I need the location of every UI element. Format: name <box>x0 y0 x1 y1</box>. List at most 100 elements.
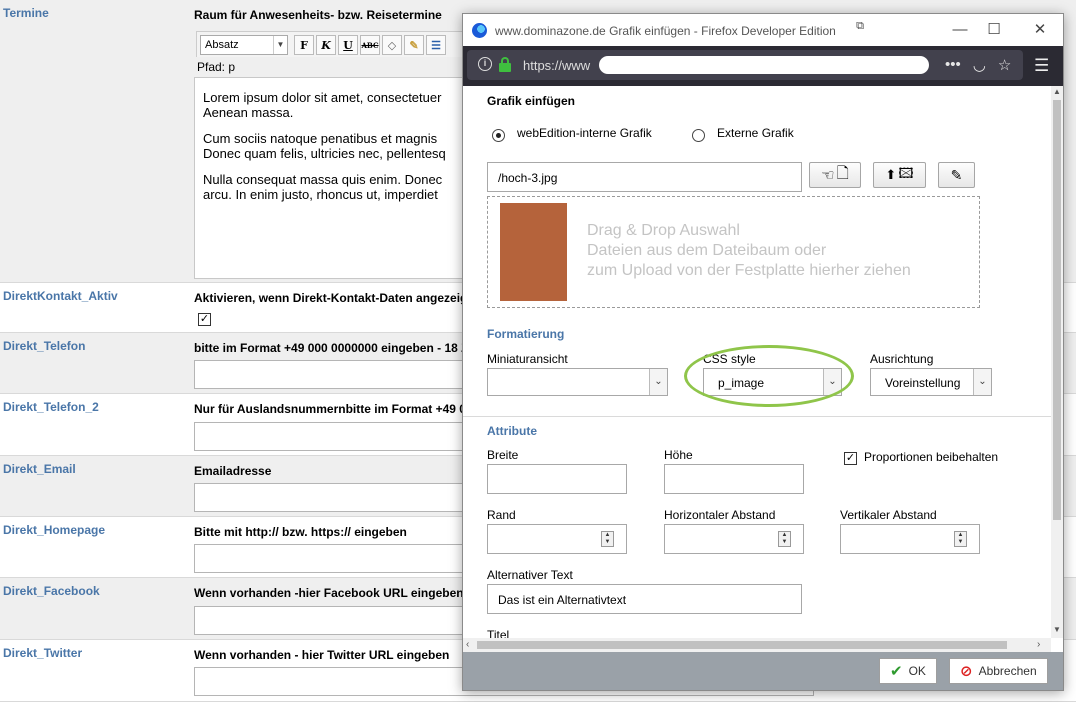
checkmark-icon: ✔ <box>890 663 903 680</box>
edit-image-button[interactable]: ✎ <box>938 162 975 188</box>
width-input[interactable] <box>487 464 627 494</box>
alt-text-input[interactable]: Das ist ein Alternativtext <box>487 584 802 614</box>
vspace-label: Vertikaler Abstand <box>840 508 937 522</box>
select-from-tree-button[interactable]: ☜ 🗋 <box>809 162 861 188</box>
editor-text-line: Aenean massa. <box>203 105 294 120</box>
row-description: Emailadresse <box>194 464 272 478</box>
row-description: Bitte mit http:// bzw. https:// eingeben <box>194 525 407 539</box>
highlight-ellipse <box>684 345 854 407</box>
row-label: Termine <box>3 6 49 20</box>
drop-zone-text: Drag & Drop Auswahl Dateien aus dem Date… <box>587 221 911 281</box>
hspace-input[interactable]: ▲ ▼ <box>664 524 804 554</box>
brush-icon[interactable]: ✎ <box>404 35 424 55</box>
radio-internal-label: webEdition-interne Grafik <box>517 126 652 140</box>
info-icon[interactable]: i <box>478 57 492 71</box>
image-thumbnail <box>500 203 567 301</box>
border-input[interactable]: ▲ ▼ <box>487 524 627 554</box>
spinner-arrows-icon[interactable]: ▲ ▼ <box>954 531 967 547</box>
format-select[interactable]: Absatz ▼ <box>200 35 288 55</box>
lock-icon[interactable] <box>499 57 511 72</box>
scroll-up-icon[interactable]: ▲ <box>1051 87 1063 99</box>
ok-button[interactable]: ✔ OK <box>879 658 937 684</box>
editor-path: Pfad: p <box>197 60 236 74</box>
dialog-heading: Grafik einfügen <box>487 94 576 108</box>
scroll-left-icon[interactable]: ‹ <box>466 639 469 650</box>
firefox-logo-icon <box>472 23 487 38</box>
editor-content-area[interactable]: Lorem ipsum dolor sit amet, consectetuer… <box>194 77 494 279</box>
format-select-value: Absatz <box>205 39 239 51</box>
italic-button[interactable]: K <box>316 35 336 55</box>
ok-button-label: OK <box>908 664 926 678</box>
cancel-button[interactable]: ⊘ Abbrechen <box>949 658 1048 684</box>
radio-external-label: Externe Grafik <box>717 126 794 140</box>
section-divider <box>463 416 1051 417</box>
scrollbar-thumb[interactable] <box>477 641 1007 649</box>
insert-image-dialog: www.dominazone.de Grafik einfügen - Fire… <box>462 13 1064 691</box>
spinner-arrows-icon[interactable]: ▲ ▼ <box>601 531 614 547</box>
section-formatting: Formatierung <box>487 327 565 341</box>
document-icon: 🗋 <box>836 164 849 182</box>
row-description: bitte im Format +49 000 0000000 eingeben… <box>194 341 469 355</box>
row-label: Direkt_Telefon <box>3 339 86 353</box>
row-description: Nur für Auslandsnummernbitte im Format +… <box>194 402 466 416</box>
height-label: Höhe <box>664 448 693 462</box>
vspace-input[interactable]: ▲ ▼ <box>840 524 980 554</box>
list-icon[interactable]: ☰ <box>426 35 446 55</box>
no-entry-icon: ⊘ <box>960 663 973 680</box>
url-redacted <box>599 56 929 74</box>
proportions-checkbox[interactable]: ✓ <box>844 452 857 465</box>
window-titlebar: www.dominazone.de Grafik einfügen - Fire… <box>463 14 1063 46</box>
strikethrough-button[interactable]: ABC <box>360 35 380 55</box>
editor-text-line: arcu. In enim justo, rhoncus ut, imperdi… <box>203 187 438 202</box>
proportions-label: Proportionen beibehalten <box>864 450 999 464</box>
close-button[interactable]: ✕ <box>1027 19 1053 41</box>
editor-toolbar: Absatz ▼ F K U ABC ◇ ✎ ☰ <box>196 31 496 57</box>
row-description: Raum für Anwesenheits- bzw. Reisetermine <box>194 8 442 22</box>
pointing-hand-icon: ☜ <box>821 167 835 184</box>
row-label: DirektKontakt_Aktiv <box>3 289 118 303</box>
radio-internal[interactable] <box>492 129 505 142</box>
minimize-button[interactable]: — <box>947 19 973 41</box>
maximize-button[interactable]: ☐ <box>981 19 1007 41</box>
scroll-right-icon[interactable]: › <box>1037 639 1040 650</box>
window-title: www.dominazone.de Grafik einfügen - Fire… <box>495 24 836 38</box>
height-input[interactable] <box>664 464 804 494</box>
url-bar: i https://www ••• ◡ ☆ ☰ <box>463 46 1063 86</box>
drop-zone[interactable]: Drag & Drop Auswahl Dateien aus dem Date… <box>487 196 980 308</box>
underline-button[interactable]: U <box>338 35 358 55</box>
row-label: Direkt_Facebook <box>3 584 100 598</box>
url-field[interactable]: i https://www ••• ◡ ☆ <box>467 50 1023 80</box>
bold-button[interactable]: F <box>294 35 314 55</box>
alignment-select[interactable]: Voreinstellung ⌄ <box>870 368 992 396</box>
vertical-scrollbar[interactable]: ▲ ▼ <box>1051 86 1063 638</box>
row-label: Direkt_Twitter <box>3 646 83 660</box>
miniatur-select[interactable]: ⌄ <box>487 368 668 396</box>
cancel-button-label: Abbrechen <box>978 664 1037 678</box>
radio-external[interactable] <box>692 129 705 142</box>
hamburger-menu-icon[interactable]: ☰ <box>1034 56 1049 76</box>
image-icon: 🖾 <box>898 165 914 181</box>
upload-image-button[interactable]: ⬆ 🖾 <box>873 162 926 188</box>
miniatur-label: Miniaturansicht <box>487 352 568 366</box>
picture-in-picture-icon[interactable]: ⧉ <box>847 15 873 37</box>
spinner-arrows-icon[interactable]: ▲ ▼ <box>778 531 791 547</box>
aktiv-checkbox[interactable]: ✓ <box>198 313 211 326</box>
editor-text-line: Cum sociis natoque penatibus et magnis <box>203 131 438 146</box>
editor-text-line: Lorem ipsum dolor sit amet, consectetuer <box>203 90 442 105</box>
upload-icon: ⬆ <box>885 167 897 182</box>
scrollbar-thumb[interactable] <box>1053 100 1061 520</box>
image-path-input[interactable]: /hoch-3.jpg <box>487 162 802 192</box>
bookmark-star-icon[interactable]: ☆ <box>998 56 1011 74</box>
scroll-down-icon[interactable]: ▼ <box>1051 625 1063 637</box>
row-description: Aktivieren, wenn Direkt-Kontakt-Daten an… <box>194 291 472 305</box>
url-text: https://www <box>523 58 591 73</box>
chevron-down-icon: ▼ <box>273 36 287 54</box>
row-label: Direkt_Homepage <box>3 523 106 537</box>
section-attributes: Attribute <box>487 424 537 438</box>
horizontal-scrollbar[interactable]: ‹ › <box>463 638 1051 652</box>
hspace-label: Horizontaler Abstand <box>664 508 776 522</box>
row-label: Direkt_Telefon_2 <box>3 400 99 414</box>
eraser-icon[interactable]: ◇ <box>382 35 402 55</box>
more-actions-icon[interactable]: ••• <box>945 56 961 74</box>
pocket-icon[interactable]: ◡ <box>973 56 986 74</box>
